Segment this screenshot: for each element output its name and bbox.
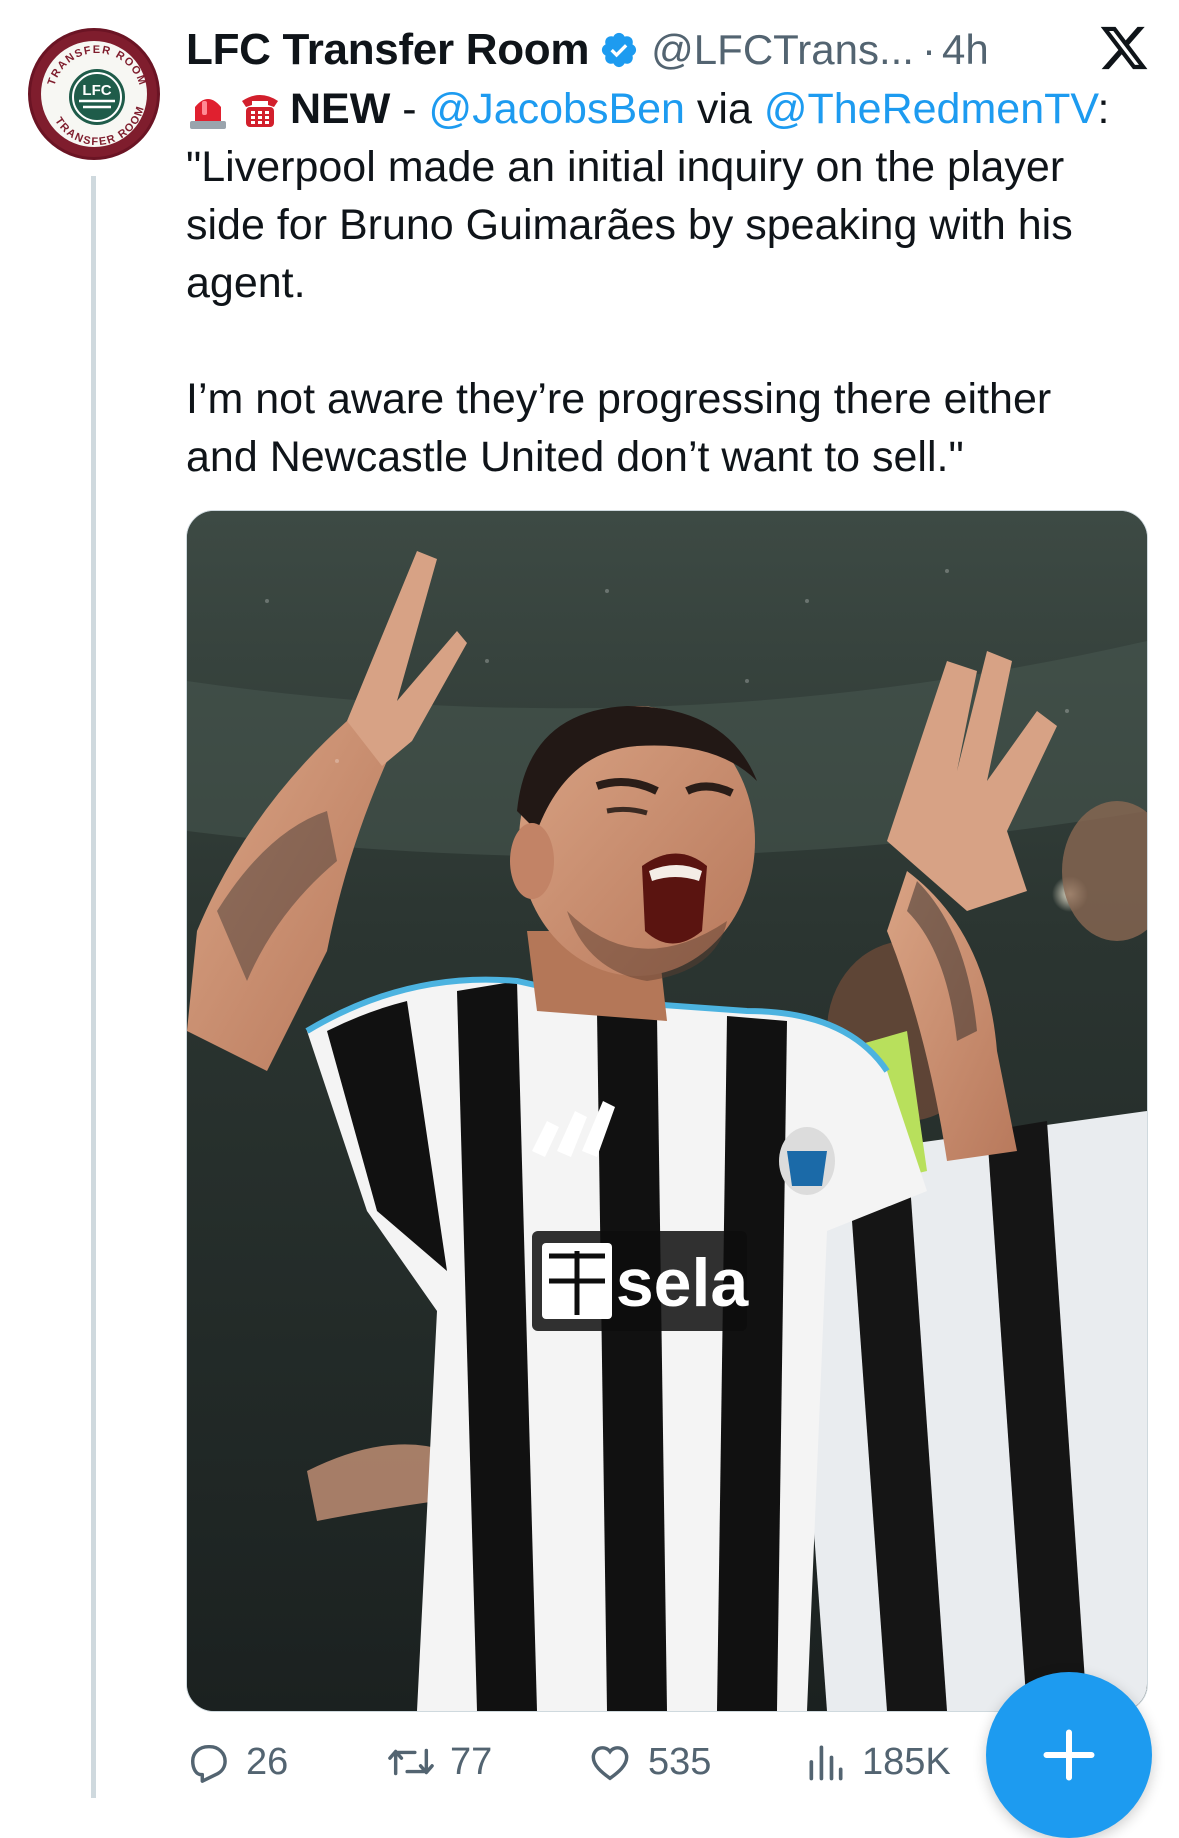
quote-line-2: side for Bruno Guimarães by speaking wit…: [186, 201, 1073, 249]
like-count: 535: [648, 1740, 712, 1783]
plus-icon: [1043, 1729, 1095, 1781]
shirt-sponsor-text: sela: [616, 1245, 750, 1321]
colon-text: :: [1097, 85, 1110, 133]
avatar-logo-text: LFC: [82, 82, 111, 99]
repost-button[interactable]: 77: [386, 1734, 492, 1790]
x-logo-icon: [1100, 26, 1148, 70]
view-count: 185K: [862, 1740, 951, 1783]
avatar[interactable]: TRANSFER ROOM TRANSFER ROOM LFC: [28, 28, 160, 160]
compose-button[interactable]: [986, 1672, 1152, 1838]
heart-icon: [591, 1746, 629, 1781]
tweet-photo[interactable]: sela: [186, 510, 1148, 1712]
rotating-light-icon: [190, 99, 226, 129]
lfc-transfer-room-logo-icon: TRANSFER ROOM TRANSFER ROOM LFC: [46, 44, 147, 148]
repost-icon: [388, 1748, 434, 1776]
via-text: via: [684, 85, 764, 133]
quote-line-4: I’m not aware they’re progressing there …: [186, 375, 1052, 423]
display-name[interactable]: LFC Transfer Room: [186, 25, 589, 75]
quote-line-3: agent.: [186, 259, 306, 307]
views-button[interactable]: 185K: [804, 1734, 951, 1790]
player-celebration-photo: sela: [187, 511, 1147, 1711]
quote-line-1: "Liverpool made an initial inquiry on th…: [186, 143, 1065, 191]
tweet-line-intro: NEW - @JacobsBen via @TheRedmenTV:: [186, 80, 1146, 138]
like-button[interactable]: 535: [586, 1734, 711, 1790]
tweet-header: LFC Transfer Room @LFCTrans... · 4h: [186, 20, 989, 80]
new-label: NEW: [290, 85, 391, 133]
mention-theredmentv[interactable]: @TheRedmenTV: [764, 85, 1098, 133]
verified-badge-icon[interactable]: [599, 30, 639, 70]
thread-line: [91, 176, 96, 1798]
tweet-screen: TRANSFER ROOM TRANSFER ROOM LFC LFC Tran…: [0, 0, 1179, 1838]
mention-jacobsben[interactable]: @JacobsBen: [429, 85, 685, 133]
timestamp[interactable]: 4h: [942, 26, 989, 74]
telephone-icon: [242, 95, 278, 127]
reply-icon: [190, 1744, 227, 1783]
tweet-actions: 26 77 535 185K: [186, 1734, 1006, 1790]
quote-line-5: and Newcastle United don’t want to sell.…: [186, 433, 964, 481]
repost-count: 77: [450, 1740, 493, 1783]
dash-text: -: [390, 85, 429, 133]
handle[interactable]: @LFCTrans...: [651, 26, 914, 74]
reply-count: 26: [246, 1740, 289, 1783]
views-chart-icon: [809, 1745, 843, 1781]
reply-button[interactable]: 26: [186, 1734, 288, 1790]
tweet-text: NEW - @JacobsBen via @TheRedmenTV: "Live…: [186, 80, 1146, 486]
separator-dot: ·: [921, 26, 936, 73]
